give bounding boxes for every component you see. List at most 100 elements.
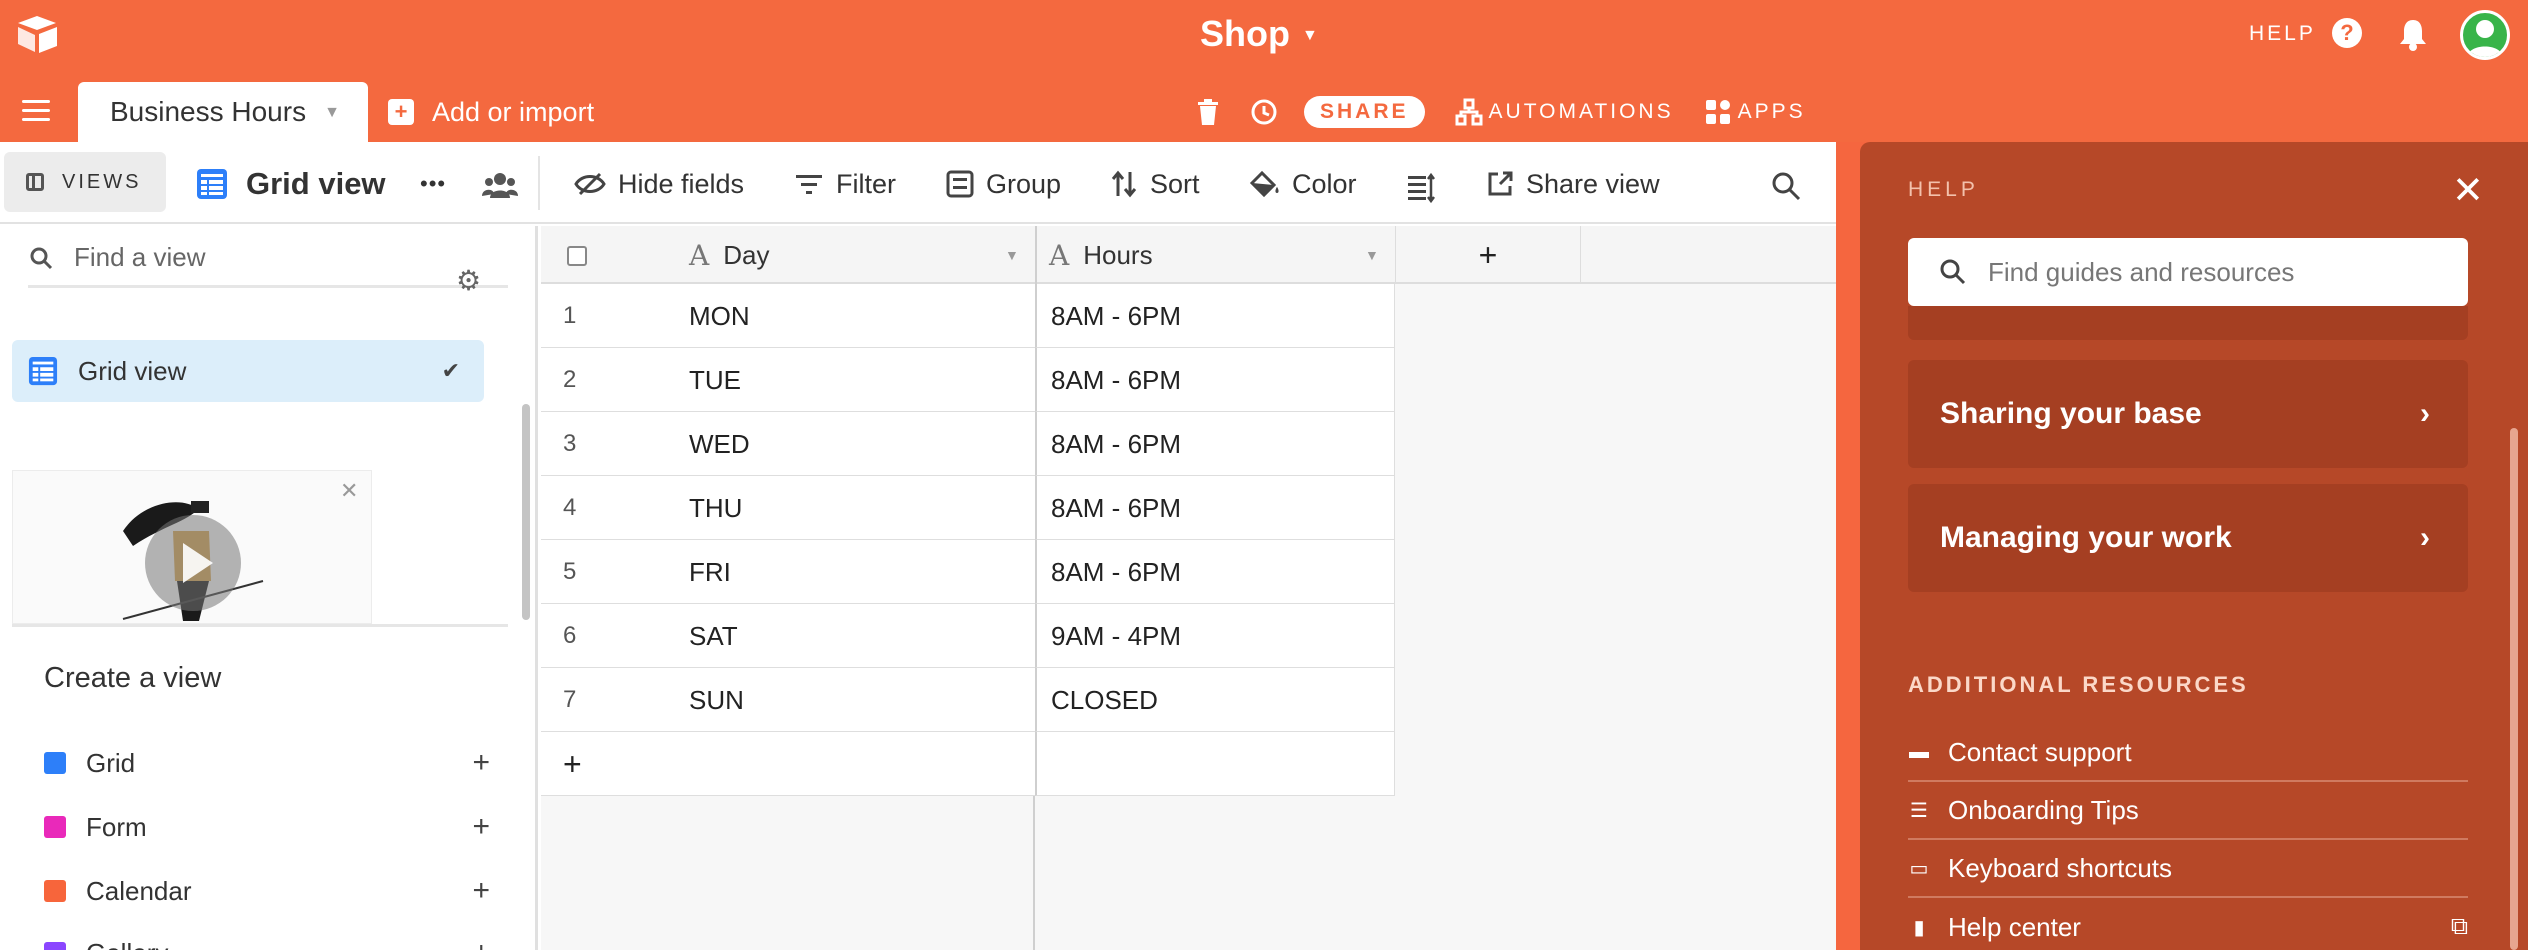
find-view-input[interactable]: Find a view [28, 242, 508, 288]
day-cell[interactable]: TUE [689, 348, 741, 412]
add-record-button[interactable]: + [563, 732, 582, 796]
hours-cell[interactable]: 8AM - 6PM [1051, 348, 1181, 412]
base-title[interactable]: Shop ▼ [1200, 12, 1318, 56]
create-view-heading: Create a view [44, 662, 222, 694]
column-header-day[interactable]: A Day ▼ [689, 226, 1035, 284]
help-center-link[interactable]: ▮ Help center ⧉ [1908, 898, 2468, 950]
day-cell[interactable]: MON [689, 284, 750, 348]
sort-button[interactable]: Sort [1110, 164, 1200, 204]
table-row[interactable]: 8AM - 6PM [1035, 284, 1395, 348]
chevron-down-icon[interactable]: ▼ [1005, 247, 1019, 263]
table-row[interactable]: 9AM - 4PM [1035, 604, 1395, 668]
create-grid-view[interactable]: Grid + [44, 746, 490, 780]
add-record-row[interactable] [1035, 732, 1395, 796]
group-button[interactable]: Group [946, 164, 1061, 204]
select-all-checkbox[interactable] [567, 246, 587, 266]
hide-fields-button[interactable]: Hide fields [574, 164, 744, 204]
notification-bell-icon[interactable] [2396, 16, 2430, 52]
table-row[interactable]: 7 SUN [541, 668, 1035, 732]
keyboard-shortcuts-link[interactable]: ▭ Keyboard shortcuts [1908, 840, 2468, 898]
table-row[interactable]: 8AM - 6PM [1035, 412, 1395, 476]
text-field-icon: A [689, 238, 710, 272]
table-row[interactable]: 8AM - 6PM [1035, 540, 1395, 604]
additional-resources-heading: ADDITIONAL RESOURCES [1908, 672, 2249, 697]
search-icon[interactable] [1770, 166, 1802, 206]
row-height-icon[interactable] [1406, 168, 1436, 208]
grid-view-icon [197, 169, 227, 199]
help-card-sharing[interactable]: Sharing your base › [1908, 360, 2468, 468]
hide-fields-icon [574, 172, 606, 196]
create-gallery-view[interactable]: Gallery + [44, 936, 490, 950]
user-avatar[interactable] [2460, 10, 2510, 60]
history-icon[interactable] [1250, 98, 1278, 126]
tutorial-illustration [122, 501, 264, 621]
hamburger-menu-icon[interactable] [22, 100, 50, 124]
filter-button[interactable]: Filter [794, 164, 896, 204]
help-icon[interactable]: ? [2332, 18, 2362, 48]
plus-icon[interactable]: + [472, 936, 490, 950]
views-toggle-button[interactable]: VIEWS [4, 152, 166, 212]
tutorial-video-card[interactable] [12, 470, 372, 624]
day-cell[interactable]: WED [689, 412, 750, 476]
chevron-down-icon[interactable]: ▼ [324, 104, 340, 122]
close-icon[interactable]: ✕ [340, 478, 358, 504]
plus-icon[interactable]: + [472, 810, 490, 844]
plus-icon[interactable]: + [472, 746, 490, 780]
day-cell[interactable]: THU [689, 476, 742, 540]
onboarding-tips-link[interactable]: ☰ Onboarding Tips [1908, 782, 2468, 840]
add-record-row[interactable]: + [541, 732, 1035, 796]
gallery-view-icon [44, 942, 66, 950]
plus-icon: + [388, 99, 414, 125]
help-link[interactable]: HELP [2249, 22, 2316, 46]
trash-icon[interactable] [1196, 98, 1220, 126]
more-options-icon[interactable]: ••• [420, 164, 446, 204]
day-cell[interactable]: FRI [689, 540, 731, 604]
create-calendar-view[interactable]: Calendar + [44, 874, 490, 908]
help-search-input[interactable]: Find guides and resources [1908, 238, 2468, 306]
sidebar-item-grid-view[interactable]: Grid view ✔ [12, 340, 484, 402]
help-card-partial[interactable] [1908, 306, 2468, 340]
plus-icon[interactable]: + [472, 874, 490, 908]
help-card-managing[interactable]: Managing your work › [1908, 484, 2468, 592]
hours-cell[interactable]: 8AM - 6PM [1051, 540, 1181, 604]
hours-cell[interactable]: 8AM - 6PM [1051, 412, 1181, 476]
table-row[interactable]: 1 MON [541, 284, 1035, 348]
table-row[interactable]: 6 SAT [541, 604, 1035, 668]
hours-cell[interactable]: 8AM - 6PM [1051, 476, 1181, 540]
hours-cell[interactable]: 8AM - 6PM [1051, 284, 1181, 348]
table-row[interactable]: CLOSED [1035, 668, 1395, 732]
apps-button[interactable]: APPS [1738, 100, 1806, 124]
close-icon[interactable]: ✕ [2452, 168, 2484, 213]
create-form-view[interactable]: Form + [44, 810, 490, 844]
table-row[interactable]: 8AM - 6PM [1035, 476, 1395, 540]
airtable-logo-icon[interactable] [14, 12, 60, 56]
current-view-switcher[interactable]: Grid view [196, 164, 386, 204]
day-cell[interactable]: SUN [689, 668, 744, 732]
table-row[interactable]: 5 FRI [541, 540, 1035, 604]
contact-support-link[interactable]: ▬ Contact support [1908, 724, 2468, 782]
gear-icon[interactable]: ⚙ [456, 264, 481, 297]
share-button[interactable]: SHARE [1304, 96, 1425, 128]
hours-cell[interactable]: CLOSED [1051, 668, 1158, 732]
row-number: 4 [563, 494, 577, 521]
tab-business-hours[interactable]: Business Hours ▼ [78, 82, 368, 142]
table-row[interactable]: 3 WED [541, 412, 1035, 476]
collaborators-icon[interactable] [482, 166, 518, 206]
automations-button[interactable]: AUTOMATIONS [1489, 100, 1674, 124]
sidebar-scrollbar[interactable] [522, 404, 530, 620]
table-row[interactable]: 4 THU [541, 476, 1035, 540]
share-view-button[interactable]: Share view [1486, 164, 1660, 204]
sidebar-item-label: Grid view [78, 355, 187, 386]
help-card-label: Managing your work [1940, 521, 2232, 554]
table-row[interactable]: 2 TUE [541, 348, 1035, 412]
color-button[interactable]: Color [1248, 164, 1357, 204]
hours-cell[interactable]: 9AM - 4PM [1051, 604, 1181, 668]
divider [12, 624, 508, 627]
column-header-hours[interactable]: A Hours ▼ [1049, 226, 1401, 284]
chevron-down-icon[interactable]: ▼ [1365, 247, 1379, 263]
table-row[interactable]: 8AM - 6PM [1035, 348, 1395, 412]
day-cell[interactable]: SAT [689, 604, 738, 668]
add-or-import-button[interactable]: + Add or import [388, 96, 594, 128]
add-field-button[interactable]: + [1395, 226, 1581, 284]
help-panel-scrollbar[interactable] [2510, 428, 2518, 950]
